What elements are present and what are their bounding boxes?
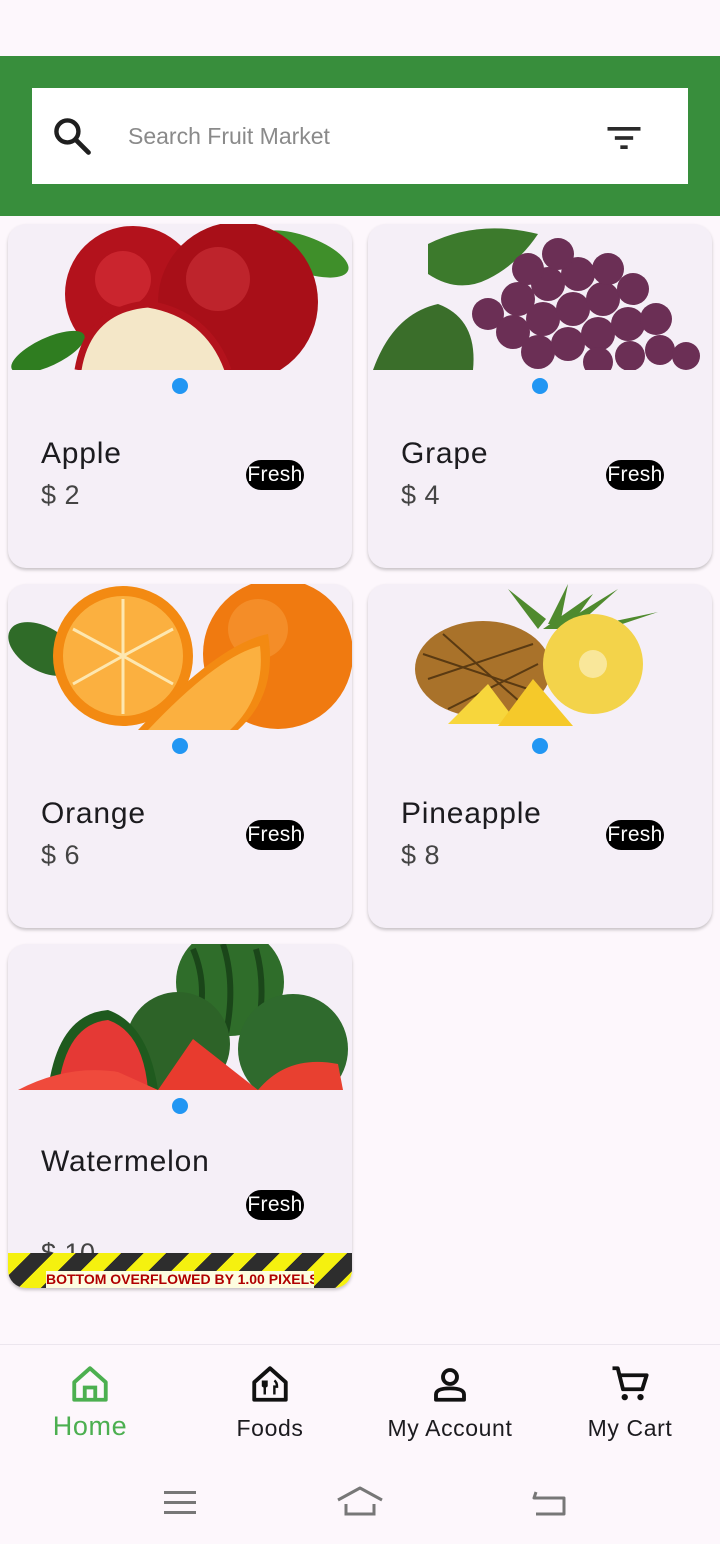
image-indicator-dot	[172, 378, 188, 394]
image-indicator-dot	[172, 738, 188, 754]
overflow-warning-label: BOTTOM OVERFLOWED BY 1.00 PIXELS	[46, 1271, 314, 1288]
fresh-badge: Fresh	[246, 820, 304, 850]
nav-item-my-account[interactable]: My Account	[360, 1345, 540, 1461]
nav-label: Home	[52, 1411, 128, 1441]
search-bar[interactable]	[32, 88, 688, 184]
product-card-grape[interactable]: Grape $ 4 Fresh	[368, 224, 712, 568]
account-icon	[434, 1368, 466, 1402]
recent-apps-icon[interactable]	[156, 1480, 204, 1524]
orange-image	[8, 584, 352, 730]
product-name: Apple	[41, 437, 122, 470]
image-indicator-dot	[532, 738, 548, 754]
apple-image	[8, 224, 352, 370]
status-bar	[0, 0, 720, 56]
product-price: $ 6	[41, 840, 81, 870]
watermelon-image	[8, 944, 352, 1090]
product-name: Pineapple	[401, 797, 542, 830]
nav-item-my-cart[interactable]: My Cart	[540, 1345, 720, 1461]
grape-image	[368, 224, 712, 370]
fresh-badge: Fresh	[246, 460, 304, 490]
app-bar	[0, 56, 720, 216]
system-home-icon[interactable]	[336, 1480, 384, 1524]
home-icon	[72, 1366, 108, 1402]
nav-label: My Cart	[587, 1415, 673, 1441]
fresh-badge: Fresh	[606, 820, 664, 850]
product-card-apple[interactable]: Apple $ 2 Fresh	[8, 224, 352, 568]
bottom-navigation: Home Foods My Account My Cart	[0, 1344, 720, 1460]
fresh-badge: Fresh	[606, 460, 664, 490]
product-card-pineapple[interactable]: Pineapple $ 8 Fresh	[368, 584, 712, 928]
filter-icon[interactable]	[602, 116, 646, 160]
product-card-watermelon[interactable]: Watermelon $ 10 Fresh BOTTOM OVERFLOWED …	[8, 944, 352, 1288]
product-name: Grape	[401, 437, 489, 470]
product-card-orange[interactable]: Orange $ 6 Fresh	[8, 584, 352, 928]
fresh-badge: Fresh	[246, 1190, 304, 1220]
back-icon[interactable]	[524, 1480, 572, 1524]
nav-item-foods[interactable]: Foods	[180, 1345, 360, 1461]
product-name: Watermelon	[41, 1145, 210, 1178]
product-price: $ 8	[401, 840, 441, 870]
nav-label: Foods	[236, 1415, 304, 1441]
image-indicator-dot	[532, 378, 548, 394]
system-navigation-bar	[0, 1460, 720, 1544]
search-input[interactable]	[128, 108, 568, 164]
product-price: $ 4	[401, 480, 441, 510]
product-name: Orange	[41, 797, 146, 830]
pineapple-image	[368, 584, 712, 730]
nav-item-home[interactable]: Home	[0, 1345, 180, 1461]
product-price: $ 2	[41, 480, 81, 510]
foods-icon	[252, 1366, 288, 1402]
overflow-warning-stripe: BOTTOM OVERFLOWED BY 1.00 PIXELS	[8, 1253, 352, 1288]
search-icon[interactable]	[50, 114, 94, 158]
image-indicator-dot	[172, 1098, 188, 1114]
cart-icon	[612, 1366, 649, 1401]
nav-label: My Account	[387, 1415, 513, 1441]
